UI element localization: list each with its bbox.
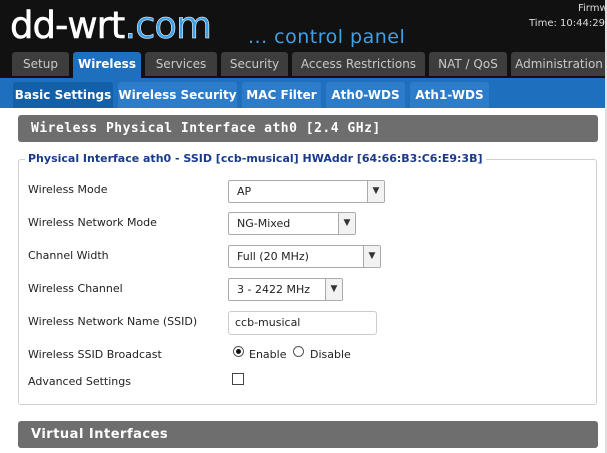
chevron-down-icon: ▼	[325, 279, 342, 300]
section-title: Wireless Physical Interface ath0 [2.4 GH…	[18, 115, 598, 142]
logo-dot: .	[124, 4, 136, 47]
network-mode-value: NG-Mixed	[237, 217, 291, 230]
channel-value: 3 - 2422 MHz	[237, 283, 310, 296]
chevron-down-icon: ▼	[367, 181, 384, 202]
tab-wireless[interactable]: Wireless	[73, 52, 141, 78]
chevron-down-icon: ▼	[363, 246, 380, 267]
ssid-broadcast-enable-radio[interactable]	[233, 346, 244, 357]
tab-access-restrictions[interactable]: Access Restrictions	[292, 52, 425, 76]
virtual-interfaces-title: Virtual Interfaces	[18, 421, 598, 448]
tab-mac-filter[interactable]: MAC Filter	[242, 82, 321, 108]
fieldset-legend: Physical Interface ath0 - SSID [ccb-musi…	[25, 152, 486, 165]
advanced-settings-label: Advanced Settings	[28, 375, 131, 388]
logo-com: com	[135, 4, 213, 47]
ssid-input[interactable]: ccb-musical	[228, 311, 377, 335]
tab-security[interactable]: Security	[221, 52, 288, 76]
advanced-settings-checkbox[interactable]	[232, 373, 244, 385]
channel-width-select[interactable]: Full (20 MHz) ▼	[228, 245, 381, 268]
wireless-mode-select[interactable]: AP ▼	[228, 180, 385, 203]
sub-tab-bar: Basic Settings Wireless Security MAC Fil…	[0, 78, 607, 108]
logo: dd-wrt.com	[10, 4, 213, 47]
channel-select[interactable]: 3 - 2422 MHz ▼	[228, 278, 343, 301]
chevron-down-icon: ▼	[338, 213, 355, 234]
network-mode-select[interactable]: NG-Mixed ▼	[228, 212, 356, 235]
tab-ath0-wds[interactable]: Ath0-WDS	[326, 82, 405, 108]
time-label: Time: 10:44:29	[529, 18, 605, 29]
main-tab-bar: Setup Wireless Services Security Access …	[0, 52, 607, 78]
tab-ath1-wds[interactable]: Ath1-WDS	[410, 82, 489, 108]
ssid-broadcast-enable-label: Enable	[249, 348, 287, 361]
tab-nat-qos[interactable]: NAT / QoS	[429, 52, 507, 76]
tab-basic-settings[interactable]: Basic Settings	[13, 82, 113, 108]
logo-main: dd-wrt	[10, 4, 126, 47]
channel-width-value: Full (20 MHz)	[237, 250, 309, 263]
tagline: ... control panel	[248, 26, 406, 48]
network-mode-label: Wireless Network Mode	[28, 216, 157, 229]
tab-administration[interactable]: Administration	[511, 52, 607, 76]
wireless-mode-label: Wireless Mode	[28, 183, 108, 196]
ssid-broadcast-label: Wireless SSID Broadcast	[28, 348, 162, 361]
ssid-label: Wireless Network Name (SSID)	[28, 315, 198, 328]
tab-wireless-security[interactable]: Wireless Security	[118, 82, 237, 108]
ssid-broadcast-disable-label: Disable	[310, 348, 351, 361]
tab-services[interactable]: Services	[145, 52, 217, 76]
wireless-mode-value: AP	[237, 185, 252, 198]
channel-label: Wireless Channel	[28, 282, 123, 295]
firmware-label: Firmw	[578, 3, 607, 14]
tab-setup[interactable]: Setup	[12, 52, 69, 76]
header: dd-wrt.com ... control panel Firmw Time:…	[0, 0, 607, 52]
content-area: Wireless Physical Interface ath0 [2.4 GH…	[0, 108, 607, 453]
channel-width-label: Channel Width	[28, 249, 109, 262]
ssid-broadcast-disable-radio[interactable]	[293, 346, 304, 357]
